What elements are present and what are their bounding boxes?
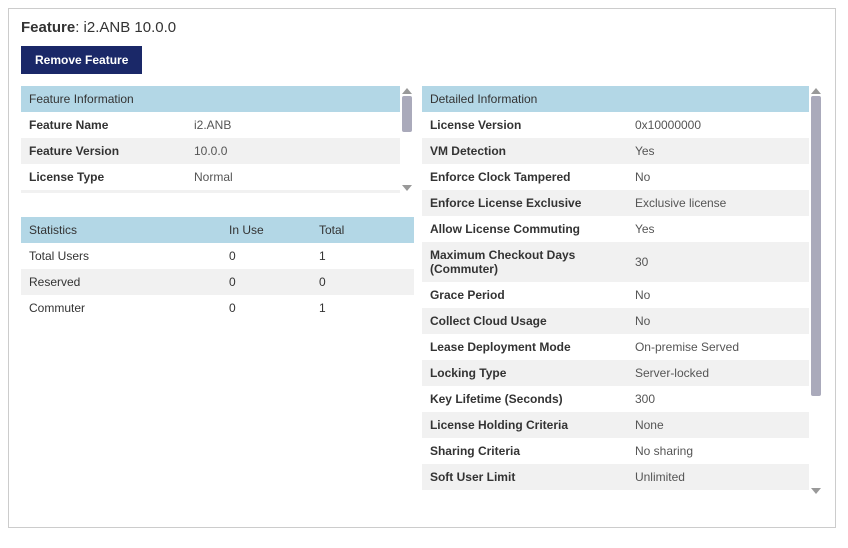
scroll-track[interactable] xyxy=(811,96,821,486)
detail-label: Enforce Clock Tampered xyxy=(430,170,635,184)
table-row: Maximum Checkout Days (Commuter) 30 xyxy=(422,242,809,282)
table-row: Enforce Clock Tampered No xyxy=(422,164,809,190)
detail-value: Yes xyxy=(635,144,801,158)
page-title-label: Feature xyxy=(21,19,75,36)
license-type-value: Normal xyxy=(194,170,392,184)
table-row: Sharing Criteria No sharing xyxy=(422,438,809,464)
detail-label: Soft User Limit xyxy=(430,470,635,484)
table-row: Commuter 0 1 xyxy=(21,295,414,321)
detailed-info-scrollbar[interactable] xyxy=(809,86,823,496)
detail-label: License Version xyxy=(430,118,635,132)
scroll-down-icon[interactable] xyxy=(811,488,821,494)
detail-value: Exclusive license xyxy=(635,196,801,210)
table-row: Soft User Limit Unlimited xyxy=(422,464,809,490)
columns: Feature Information Feature Name i2.ANB … xyxy=(21,86,823,496)
table-row: Key Lifetime (Seconds) 300 xyxy=(422,386,809,412)
detail-value: On-premise Served xyxy=(635,340,801,354)
stats-inuse: 0 xyxy=(229,249,319,263)
detail-value: 0x10000000 xyxy=(635,118,801,132)
detail-label: Allow License Commuting xyxy=(430,222,635,236)
stats-label: Total Users xyxy=(29,249,229,263)
table-row: Start Date License has no start date. xyxy=(21,190,400,193)
detail-value: Server-locked xyxy=(635,366,801,380)
table-row: Collect Cloud Usage No xyxy=(422,308,809,334)
table-row: Feature Version 10.0.0 xyxy=(21,138,400,164)
feature-info-header: Feature Information xyxy=(21,86,400,112)
feature-info-panel: Feature Information Feature Name i2.ANB … xyxy=(21,86,414,193)
feature-info-rows: Feature Name i2.ANB Feature Version 10.0… xyxy=(21,112,400,193)
detailed-info-header: Detailed Information xyxy=(422,86,809,112)
feature-info-scrollbar[interactable] xyxy=(400,86,414,193)
detail-label: Maximum Checkout Days (Commuter) xyxy=(430,248,635,276)
feature-version-value: 10.0.0 xyxy=(194,144,392,158)
detail-value: Unlimited xyxy=(635,470,801,484)
page-title-sep: : xyxy=(75,19,83,36)
detail-label: Enforce License Exclusive xyxy=(430,196,635,210)
stats-total: 1 xyxy=(319,249,409,263)
right-column: Detailed Information License Version 0x1… xyxy=(422,86,823,496)
page-container: Feature: i2.ANB 10.0.0 Remove Feature Fe… xyxy=(8,8,836,528)
statistics-panel: Statistics In Use Total Total Users 0 1 … xyxy=(21,217,414,321)
scroll-down-icon[interactable] xyxy=(402,185,412,191)
detail-value: No xyxy=(635,288,801,302)
stats-inuse: 0 xyxy=(229,301,319,315)
table-row: Standalone License No xyxy=(422,490,809,496)
table-row: License Type Normal xyxy=(21,164,400,190)
page-title-value: i2.ANB 10.0.0 xyxy=(84,19,177,36)
detail-label: VM Detection xyxy=(430,144,635,158)
table-row: Reserved 0 0 xyxy=(21,269,414,295)
page-title: Feature: i2.ANB 10.0.0 xyxy=(21,19,823,36)
table-row: Lease Deployment Mode On-premise Served xyxy=(422,334,809,360)
scroll-track[interactable] xyxy=(402,96,412,183)
stats-label: Commuter xyxy=(29,301,229,315)
stats-total: 1 xyxy=(319,301,409,315)
feature-version-label: Feature Version xyxy=(29,144,194,158)
detail-value: None xyxy=(635,418,801,432)
scroll-thumb[interactable] xyxy=(811,96,821,396)
stats-label: Reserved xyxy=(29,275,229,289)
table-row: License Holding Criteria None xyxy=(422,412,809,438)
table-row: Total Users 0 1 xyxy=(21,243,414,269)
remove-feature-button[interactable]: Remove Feature xyxy=(21,46,142,74)
detail-label: Collect Cloud Usage xyxy=(430,314,635,328)
detail-value: No xyxy=(635,314,801,328)
detail-label: Locking Type xyxy=(430,366,635,380)
table-row: Grace Period No xyxy=(422,282,809,308)
detailed-info-panel: Detailed Information License Version 0x1… xyxy=(422,86,823,496)
stats-total: 0 xyxy=(319,275,409,289)
detail-value: Yes xyxy=(635,222,801,236)
statistics-header: Statistics In Use Total xyxy=(21,217,414,243)
table-row: Locking Type Server-locked xyxy=(422,360,809,386)
detail-label: Lease Deployment Mode xyxy=(430,340,635,354)
table-row: Enforce License Exclusive Exclusive lice… xyxy=(422,190,809,216)
table-row: Allow License Commuting Yes xyxy=(422,216,809,242)
feature-name-value: i2.ANB xyxy=(194,118,392,132)
detail-value: 30 xyxy=(635,255,801,269)
detail-value: 300 xyxy=(635,392,801,406)
scroll-up-icon[interactable] xyxy=(811,88,821,94)
detail-label: Grace Period xyxy=(430,288,635,302)
detail-label: Key Lifetime (Seconds) xyxy=(430,392,635,406)
left-column: Feature Information Feature Name i2.ANB … xyxy=(21,86,414,496)
detail-value: No sharing xyxy=(635,444,801,458)
stats-header-inuse: In Use xyxy=(229,223,319,237)
scroll-up-icon[interactable] xyxy=(402,88,412,94)
scroll-thumb[interactable] xyxy=(402,96,412,132)
table-row: Feature Name i2.ANB xyxy=(21,112,400,138)
detail-value: No xyxy=(635,170,801,184)
table-row: VM Detection Yes xyxy=(422,138,809,164)
stats-header-total: Total xyxy=(319,223,409,237)
feature-name-label: Feature Name xyxy=(29,118,194,132)
stats-header-name: Statistics xyxy=(29,223,229,237)
stats-inuse: 0 xyxy=(229,275,319,289)
license-type-label: License Type xyxy=(29,170,194,184)
detail-label: Sharing Criteria xyxy=(430,444,635,458)
detail-label: License Holding Criteria xyxy=(430,418,635,432)
detailed-info-rows: License Version 0x10000000 VM Detection … xyxy=(422,112,809,496)
table-row: License Version 0x10000000 xyxy=(422,112,809,138)
